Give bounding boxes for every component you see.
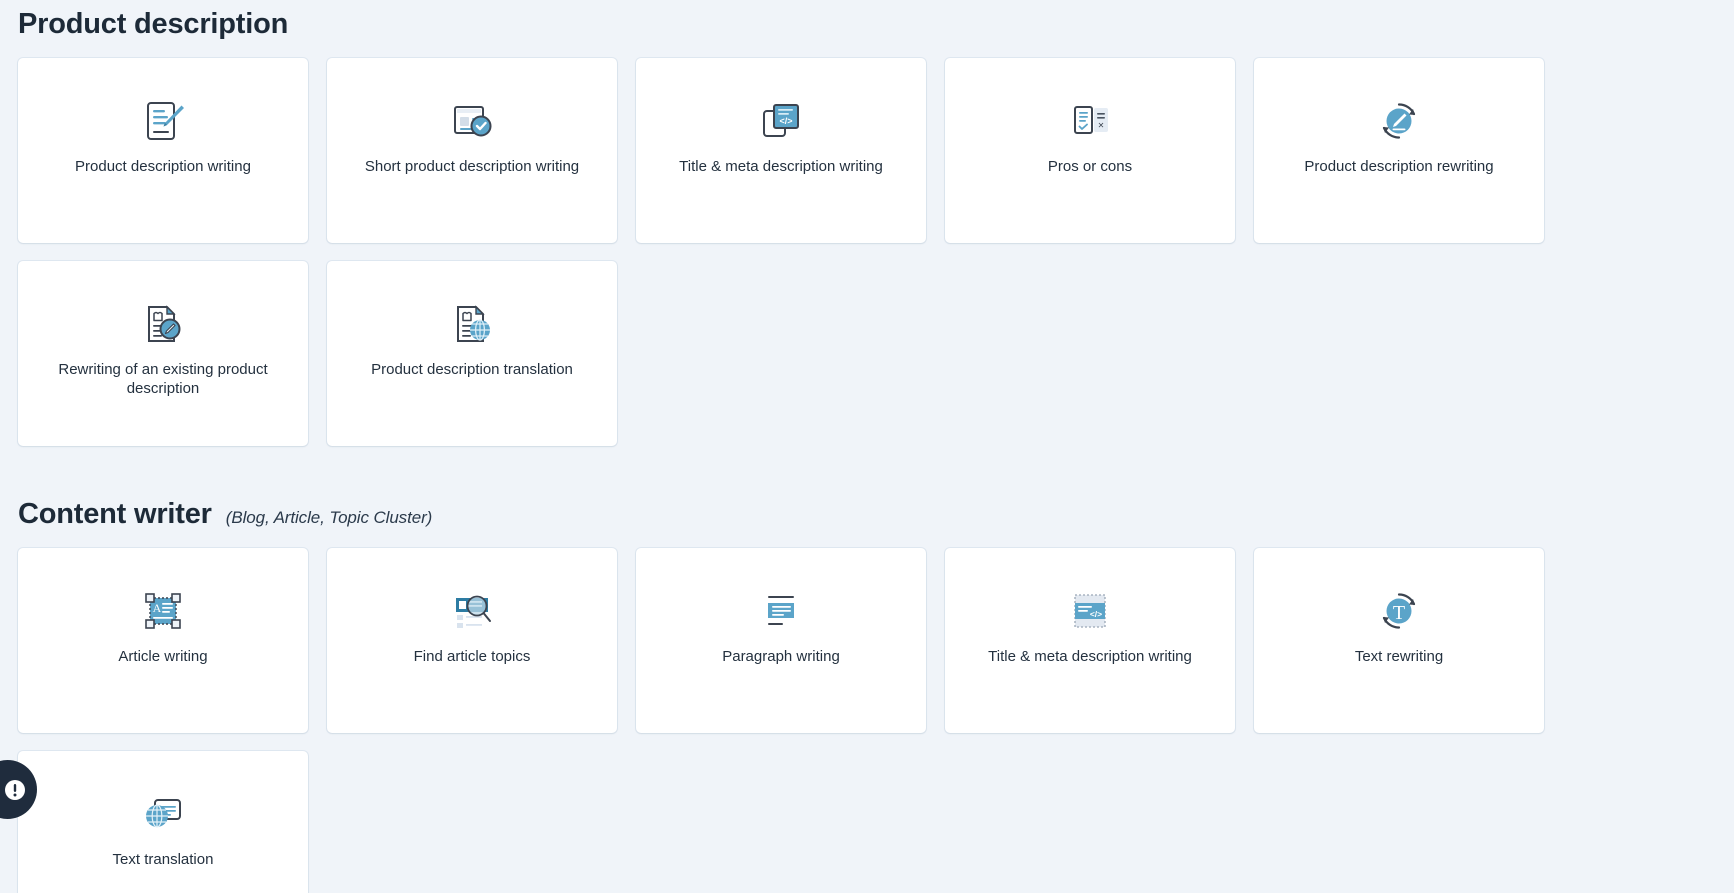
section-content-writer: Content writer (Blog, Article, Topic Clu…	[18, 500, 1734, 893]
card-label: Product description rewriting	[1304, 157, 1493, 176]
card-label: Product description translation	[371, 360, 573, 379]
card-label: Text translation	[113, 850, 214, 869]
card-label: Short product description writing	[365, 157, 579, 176]
code-window-document-icon: </>	[757, 97, 805, 147]
card-rewriting-existing-product-description[interactable]: Rewriting of an existing product descrip…	[18, 261, 308, 446]
document-check-badge-icon	[448, 97, 496, 147]
section-subtitle: (Blog, Article, Topic Cluster)	[226, 508, 432, 528]
globe-text-card-icon	[139, 790, 187, 840]
document-pencil-icon	[139, 97, 187, 147]
page-title: Product description	[18, 10, 288, 39]
section-title: Content writer	[18, 500, 212, 529]
dashed-code-window-icon: </>	[1066, 587, 1114, 637]
circular-arrows-letter-t-icon: T	[1375, 587, 1423, 637]
card-label: Find article topics	[414, 647, 531, 666]
card-paragraph-writing[interactable]: Paragraph writing	[636, 548, 926, 733]
product-description-card-grid: Product description writing Short produ	[18, 58, 1734, 243]
card-label: Title & meta description writing	[679, 157, 883, 176]
pros-cons-lists-icon: ✕	[1066, 97, 1114, 147]
content-writer-card-grid-row2: Text translation	[18, 751, 1734, 893]
section-header: Product description	[18, 0, 1734, 39]
card-label: Rewriting of an existing product descrip…	[56, 360, 271, 398]
card-product-description-rewriting[interactable]: Product description rewriting	[1254, 58, 1544, 243]
svg-text:T: T	[1393, 602, 1405, 624]
card-short-product-description-writing[interactable]: Short product description writing	[327, 58, 617, 243]
card-text-translation[interactable]: Text translation	[18, 751, 308, 893]
card-text-rewriting[interactable]: T Text rewriting	[1254, 548, 1544, 733]
tools-page: Product description Product	[0, 0, 1734, 893]
product-doc-globe-icon	[448, 300, 496, 350]
svg-text:✕: ✕	[1098, 121, 1105, 130]
svg-text:A: A	[153, 601, 162, 615]
product-description-card-grid-row2: Rewriting of an existing product descrip…	[18, 261, 1734, 446]
card-title-meta-description-writing[interactable]: </> Title & meta description writing	[636, 58, 926, 243]
exclamation-circle-icon	[4, 779, 26, 801]
card-article-writing[interactable]: A Article writing	[18, 548, 308, 733]
svg-text:</>: </>	[779, 116, 792, 126]
product-doc-pencil-icon	[139, 300, 187, 350]
section-product-description: Product description Product	[18, 0, 1734, 446]
card-find-article-topics[interactable]: Find article topics	[327, 548, 617, 733]
magnifier-list-icon	[448, 587, 496, 637]
card-label: Pros or cons	[1048, 157, 1132, 176]
selected-text-block-icon: A	[139, 587, 187, 637]
paragraph-lines-icon	[757, 587, 805, 637]
card-label: Title & meta description writing	[988, 647, 1192, 666]
section-header: Content writer (Blog, Article, Topic Clu…	[18, 500, 1734, 529]
content-writer-card-grid: A Article writing	[18, 548, 1734, 733]
card-label: Article writing	[118, 647, 207, 666]
card-product-description-writing[interactable]: Product description writing	[18, 58, 308, 243]
svg-text:</>: </>	[1090, 609, 1102, 619]
circular-arrows-pencil-icon	[1375, 97, 1423, 147]
card-label: Product description writing	[75, 157, 251, 176]
card-title-meta-description-writing-content[interactable]: </> Title & meta description writing	[945, 548, 1235, 733]
card-pros-or-cons[interactable]: ✕ Pros or cons	[945, 58, 1235, 243]
card-product-description-translation[interactable]: Product description translation	[327, 261, 617, 446]
card-label: Text rewriting	[1355, 647, 1443, 666]
card-label: Paragraph writing	[722, 647, 840, 666]
